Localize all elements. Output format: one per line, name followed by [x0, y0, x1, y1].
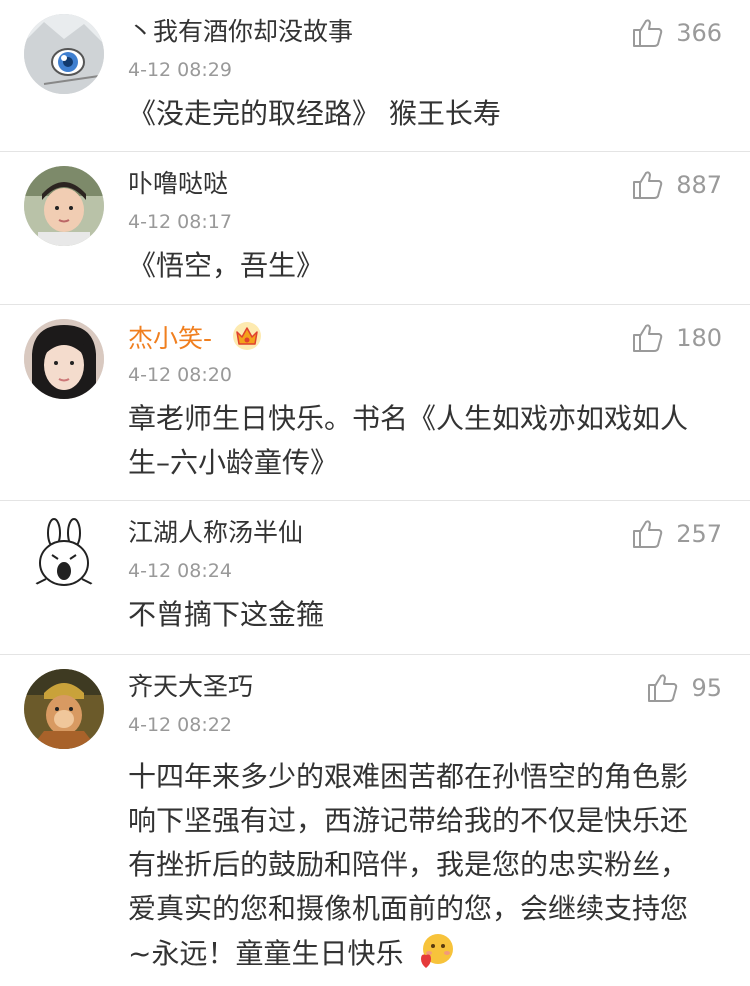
comment-text: 章老师生日快乐。书名《人生如戏亦如戏如人生–六小龄童传》 [128, 402, 689, 479]
like-count: 887 [676, 171, 722, 199]
avatar[interactable] [24, 166, 104, 246]
timestamp: 4-12 08:17 [128, 211, 232, 233]
user-photo-icon [24, 319, 104, 399]
username[interactable]: 齐天大圣巧 [128, 671, 253, 703]
monkey-king-photo-icon [24, 669, 104, 749]
heart-emoji-icon [421, 934, 454, 968]
cartoon-rabbit-icon [24, 515, 104, 595]
thumbs-up-icon [633, 19, 663, 47]
thumbs-up-icon [648, 674, 678, 702]
avatar[interactable] [24, 515, 104, 595]
like-count: 180 [676, 324, 722, 352]
like-count: 257 [676, 520, 722, 548]
thumbs-up-icon [633, 520, 663, 548]
vip-crown-icon [232, 322, 261, 350]
like-button[interactable]: 257 [632, 519, 722, 549]
like-button[interactable]: 95 [647, 673, 722, 703]
comment-item: 齐天大圣巧 4-12 08:22 十四年来多少的艰难困苦都在孙悟空的角色影响下坚… [0, 655, 750, 986]
like-button[interactable]: 366 [632, 18, 722, 48]
timestamp: 4-12 08:20 [128, 364, 232, 386]
like-button[interactable]: 887 [632, 170, 722, 200]
like-count: 366 [676, 19, 722, 47]
like-button[interactable]: 180 [632, 323, 722, 353]
timestamp: 4-12 08:24 [128, 560, 232, 582]
comment-text: 十四年来多少的艰难困苦都在孙悟空的角色影响下坚强有过，西游记带给我的不仅是快乐还… [128, 755, 708, 976]
timestamp: 4-12 08:22 [128, 714, 232, 736]
username[interactable]: 杰小笑- [128, 321, 262, 355]
comment-item: 江湖人称汤半仙 4-12 08:24 不曾摘下这金箍 257 [0, 501, 750, 655]
timestamp: 4-12 08:29 [128, 59, 232, 81]
comment-text: 《没走完的取经路》 猴王长寿 [128, 97, 501, 130]
comment-text: 不曾摘下这金箍 [128, 598, 325, 631]
avatar[interactable] [24, 14, 104, 94]
username[interactable]: 江湖人称汤半仙 [128, 517, 303, 549]
username-text: 杰小笑- [128, 324, 213, 353]
username[interactable]: 卟噜哒哒 [128, 168, 228, 200]
avatar[interactable] [24, 319, 104, 399]
comment-item: 丶我有酒你却没故事 4-12 08:29 《没走完的取经路》 猴王长寿 366 [0, 0, 750, 152]
thumbs-up-icon [633, 171, 663, 199]
comment-item: 卟噜哒哒 4-12 08:17 《悟空，吾生》 887 [0, 152, 750, 305]
anime-avatar-icon [24, 14, 104, 94]
thumbs-up-icon [633, 324, 663, 352]
avatar[interactable] [24, 669, 104, 749]
comment-item: 杰小笑- 4-12 08:20 章老师生日快乐。书名《人生如戏亦如戏如人生–六小… [0, 305, 750, 501]
user-photo-icon [24, 166, 104, 246]
comment-text-body: 十四年来多少的艰难困苦都在孙悟空的角色影响下坚强有过，西游记带给我的不仅是快乐还… [128, 760, 689, 970]
username[interactable]: 丶我有酒你却没故事 [128, 16, 353, 48]
comment-text: 《悟空，吾生》 [128, 249, 325, 282]
like-count: 95 [691, 674, 722, 702]
